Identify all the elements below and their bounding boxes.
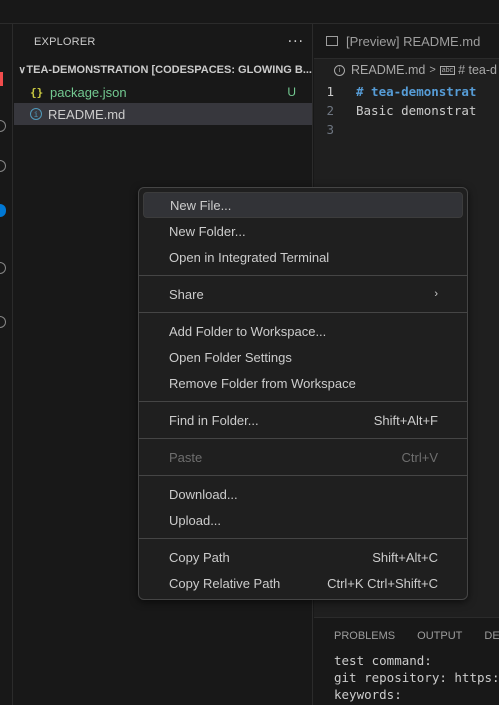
panel-tabs: PROBLEMS OUTPUT DEBU: [314, 618, 499, 653]
menu-item-label: Open Folder Settings: [169, 349, 292, 365]
menu-item-add-folder[interactable]: Add Folder to Workspace...: [143, 318, 463, 344]
breadcrumb-symbol[interactable]: # tea-d: [458, 63, 497, 77]
explorer-title: EXPLORER: [34, 35, 96, 48]
menu-item-copy-path[interactable]: Copy Path Shift+Alt+C: [143, 544, 463, 570]
tab-debug-console[interactable]: DEBU: [484, 630, 499, 642]
source-control-indicator-icon[interactable]: [0, 72, 3, 86]
code-line: 3: [314, 120, 499, 139]
source-control-icon[interactable]: [0, 160, 6, 172]
output-line: git repository: https:/: [334, 670, 499, 685]
code-editor[interactable]: 1 # tea-demonstrat 2 Basic demonstrat 3: [314, 81, 499, 139]
editor-tab-bar: [Preview] README.md: [314, 24, 499, 59]
output-line: keywords:: [334, 687, 402, 702]
extensions-icon[interactable]: [0, 262, 6, 274]
keyboard-shortcut: Ctrl+K Ctrl+Shift+C: [327, 575, 438, 591]
menu-separator: [139, 275, 467, 276]
menu-separator: [139, 475, 467, 476]
menu-item-download[interactable]: Download...: [143, 481, 463, 507]
title-bar: [0, 0, 499, 24]
menu-item-share[interactable]: Share ›: [143, 281, 463, 307]
menu-item-open-terminal[interactable]: Open in Integrated Terminal: [143, 244, 463, 270]
menu-item-paste: Paste Ctrl+V: [143, 444, 463, 470]
notification-badge-icon[interactable]: [0, 204, 6, 217]
file-name: package.json: [50, 84, 127, 100]
menu-item-label: Copy Relative Path: [169, 575, 281, 591]
keyboard-shortcut: Shift+Alt+F: [373, 412, 438, 428]
json-file-icon: {}: [30, 85, 44, 99]
menu-item-remove-folder[interactable]: Remove Folder from Workspace: [143, 370, 463, 396]
file-item-readme[interactable]: i README.md: [14, 103, 312, 125]
search-icon[interactable]: [0, 120, 6, 132]
symbol-icon: abc: [439, 65, 456, 75]
menu-separator: [139, 401, 467, 402]
menu-item-label: Download...: [169, 486, 238, 502]
menu-item-label: Find in Folder...: [169, 412, 259, 428]
menu-item-label: New File...: [170, 197, 232, 213]
menu-separator: [139, 438, 467, 439]
tab-readme-preview[interactable]: [Preview] README.md: [346, 34, 480, 49]
workspace-folder[interactable]: ∨ TEA-DEMONSTRATION [CODESPACES: GLOWING…: [14, 59, 312, 81]
menu-separator: [139, 538, 467, 539]
menu-item-open-folder-settings[interactable]: Open Folder Settings: [143, 344, 463, 370]
explorer-header: EXPLORER ···: [14, 24, 312, 59]
menu-item-label: Add Folder to Workspace...: [169, 323, 327, 339]
more-actions-icon[interactable]: ···: [288, 34, 304, 50]
code-text: Basic demonstrat: [356, 103, 477, 118]
explorer-context-menu: New File... New Folder... Open in Integr…: [138, 187, 468, 600]
menu-item-label: Upload...: [169, 512, 222, 528]
menu-item-label: Remove Folder from Workspace: [169, 375, 356, 391]
chevron-down-icon: ∨: [18, 64, 26, 76]
menu-item-new-file[interactable]: New File...: [143, 192, 463, 218]
chevron-right-icon: >: [429, 64, 436, 76]
preview-icon: [326, 36, 338, 46]
chevron-right-icon: ›: [434, 288, 438, 300]
panel-output: test command: git repository: https:/ ke…: [314, 653, 499, 704]
menu-item-label: Copy Path: [169, 549, 230, 565]
keyboard-shortcut: Ctrl+V: [401, 449, 438, 465]
tab-output[interactable]: OUTPUT: [417, 630, 462, 642]
menu-separator: [139, 312, 467, 313]
line-number: 3: [326, 122, 334, 137]
code-line: 2 Basic demonstrat: [314, 101, 499, 120]
info-file-icon: i: [30, 108, 42, 120]
output-line: test command:: [334, 653, 432, 668]
menu-item-copy-relative-path[interactable]: Copy Relative Path Ctrl+K Ctrl+Shift+C: [143, 570, 463, 596]
remote-explorer-icon[interactable]: [0, 316, 6, 328]
menu-item-upload[interactable]: Upload...: [143, 507, 463, 533]
menu-item-find-in-folder[interactable]: Find in Folder... Shift+Alt+F: [143, 407, 463, 433]
menu-item-label: Open in Integrated Terminal: [169, 249, 330, 265]
menu-item-label: Paste: [169, 449, 203, 465]
line-number: 1: [326, 84, 334, 99]
bottom-panel: PROBLEMS OUTPUT DEBU test command: git r…: [314, 617, 499, 705]
breadcrumb-file[interactable]: README.md: [351, 63, 425, 77]
workspace-folder-label: TEA-DEMONSTRATION [CODESPACES: GLOWING B…: [26, 64, 312, 76]
breadcrumb: i README.md > abc # tea-d: [314, 59, 499, 81]
activity-bar: [0, 24, 13, 705]
menu-item-new-folder[interactable]: New Folder...: [143, 218, 463, 244]
file-name: README.md: [48, 106, 126, 122]
line-number: 2: [326, 103, 334, 118]
info-icon: i: [334, 64, 345, 76]
code-text: # tea-demonstrat: [356, 84, 477, 99]
code-line: 1 # tea-demonstrat: [314, 82, 499, 101]
git-status-badge: U: [287, 85, 296, 99]
menu-item-label: New Folder...: [169, 223, 246, 239]
keyboard-shortcut: Shift+Alt+C: [372, 549, 438, 565]
tab-problems[interactable]: PROBLEMS: [334, 630, 395, 642]
menu-item-label: Share: [169, 286, 204, 302]
file-item-package-json[interactable]: {} package.json U: [14, 81, 312, 103]
